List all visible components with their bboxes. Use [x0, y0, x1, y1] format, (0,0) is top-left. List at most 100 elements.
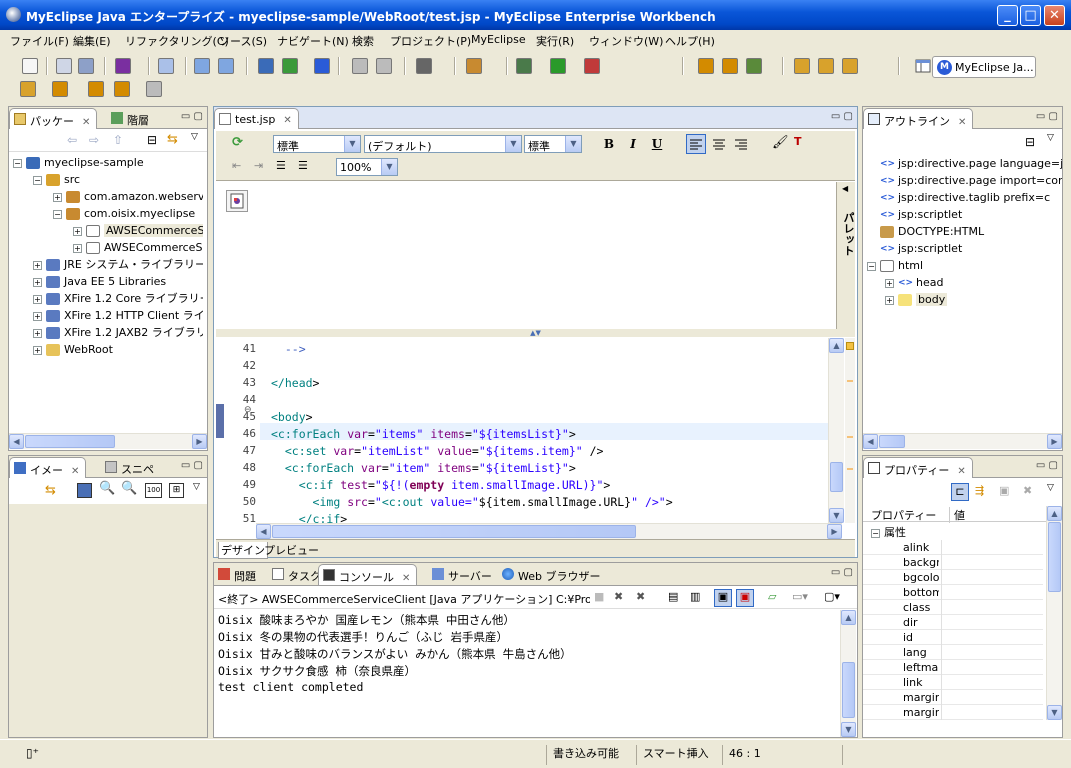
- open-type-hierarchy-icon[interactable]: [698, 58, 714, 74]
- code-line[interactable]: <img src="<c:out value="${item.smallImag…: [271, 495, 673, 509]
- broken-image-icon[interactable]: [226, 190, 248, 212]
- menu-item[interactable]: ソース(S): [219, 33, 267, 49]
- pencil-icon[interactable]: [818, 58, 834, 74]
- close-tab-icon[interactable]: ✕: [82, 117, 90, 128]
- menu-item[interactable]: 編集(E): [73, 33, 111, 49]
- browser-icon[interactable]: [314, 58, 330, 74]
- code-line[interactable]: <body>: [271, 410, 313, 424]
- tree-item[interactable]: − com.oisix.myeclipse: [53, 205, 195, 222]
- outline-item[interactable]: <> jsp:directive.page language=jav: [867, 155, 1062, 172]
- annotation-icon[interactable]: [20, 81, 36, 97]
- zoom-in-icon[interactable]: 🔍: [121, 481, 137, 496]
- zoom-out-icon[interactable]: 🔍: [99, 481, 115, 496]
- tree-item[interactable]: + XFire 1.2 HTTP Client ライ: [33, 307, 203, 324]
- fold-icon[interactable]: ⊖: [244, 405, 252, 415]
- property-row[interactable]: class: [863, 600, 1043, 615]
- collapse-icon[interactable]: −: [13, 158, 22, 168]
- italic-button[interactable]: I: [624, 135, 642, 153]
- debug-icon[interactable]: [516, 58, 532, 74]
- view-minmax[interactable]: ▭ ▢: [181, 460, 203, 471]
- view-minmax[interactable]: ▭ ▢: [181, 111, 203, 122]
- underline-button[interactable]: U: [648, 135, 666, 153]
- view-menu-icon[interactable]: ▽: [1047, 133, 1054, 143]
- code-line[interactable]: <c:forEach var="items" items="${itemsLis…: [271, 427, 576, 441]
- scroll-lock-icon[interactable]: ▥: [690, 590, 700, 603]
- new-icon[interactable]: [22, 58, 38, 74]
- maximize-button[interactable]: □: [1020, 5, 1041, 26]
- display-console-icon[interactable]: ▭▾: [792, 590, 808, 603]
- bullet-list-icon[interactable]: ☰: [298, 159, 308, 172]
- code-line[interactable]: <c:if test="${!(empty item.smallImage.UR…: [271, 478, 611, 492]
- minimize-button[interactable]: _: [997, 5, 1018, 26]
- expand-icon[interactable]: +: [33, 345, 42, 355]
- fast-view-icon[interactable]: ▯⁺: [26, 746, 39, 760]
- outline-hscroll[interactable]: ◀ ▶: [863, 433, 1062, 449]
- package-explorer-hscroll[interactable]: ◀ ▶: [9, 433, 207, 449]
- menu-item[interactable]: ヘルプ(H): [665, 33, 715, 49]
- outline-item[interactable]: <> jsp:scriptlet: [867, 240, 962, 257]
- view-minmax[interactable]: ▭ ▢: [831, 111, 853, 122]
- forward-icon[interactable]: [146, 81, 162, 97]
- source-vscroll[interactable]: ▲ ▼: [828, 338, 844, 523]
- delete-icon[interactable]: ✖: [1023, 484, 1032, 497]
- expand-icon[interactable]: +: [885, 278, 894, 288]
- close-tab-icon[interactable]: ✕: [283, 115, 291, 126]
- collapse-all-icon[interactable]: ⊟: [1025, 135, 1035, 149]
- expand-icon[interactable]: +: [73, 243, 82, 253]
- console-vscroll[interactable]: ▲ ▼: [840, 610, 856, 737]
- expand-icon[interactable]: +: [33, 260, 42, 270]
- tab-snippets[interactable]: スニペ: [101, 457, 160, 478]
- property-row[interactable]: link: [863, 675, 1043, 690]
- outline-item[interactable]: + body: [885, 291, 948, 308]
- view-minmax[interactable]: ▭ ▢: [831, 567, 853, 578]
- close-tab-icon[interactable]: ✕: [958, 117, 966, 128]
- collapse-icon[interactable]: −: [867, 261, 876, 271]
- expand-icon[interactable]: +: [53, 192, 62, 202]
- forward-icon[interactable]: ⇨: [89, 133, 99, 147]
- menu-item[interactable]: ファイル(F): [10, 33, 69, 49]
- tab-test-jsp[interactable]: test.jsp ✕: [214, 108, 299, 129]
- property-row[interactable]: margin: [863, 690, 1043, 705]
- align-center-button[interactable]: [710, 135, 728, 153]
- tree-item[interactable]: + JRE システム・ライブラリー [jr: [33, 256, 203, 273]
- properties-vscroll[interactable]: ▲ ▼: [1046, 506, 1062, 720]
- clear-console-icon[interactable]: ▤: [668, 590, 678, 603]
- up-icon[interactable]: ⇧: [113, 133, 123, 147]
- outline-item[interactable]: DOCTYPE:HTML: [867, 223, 984, 240]
- folder-icon[interactable]: [842, 58, 858, 74]
- tree-item[interactable]: + com.amazon.webservic: [53, 188, 203, 205]
- external-tools-icon[interactable]: [584, 58, 600, 74]
- outline-item[interactable]: + <> head: [885, 274, 943, 291]
- tab-servers[interactable]: サーバー: [428, 564, 498, 585]
- code-line[interactable]: <c:set var="itemList" value="${items.ite…: [271, 444, 604, 458]
- property-row[interactable]: id: [863, 630, 1043, 645]
- menu-item[interactable]: MyEclipse: [471, 33, 526, 46]
- code-line[interactable]: -->: [271, 342, 306, 356]
- property-row[interactable]: lang: [863, 645, 1043, 660]
- close-tab-icon[interactable]: ✕: [957, 466, 965, 477]
- deploy-icon[interactable]: [115, 58, 131, 74]
- pin-console-icon[interactable]: ▱: [768, 590, 776, 603]
- image-fit-icon[interactable]: [77, 483, 92, 498]
- new-package-icon[interactable]: [466, 58, 482, 74]
- tab-web-browser[interactable]: Web ブラウザー: [498, 564, 606, 585]
- show-on-output-icon[interactable]: ▣: [714, 589, 732, 607]
- text-color-icon[interactable]: T: [794, 135, 802, 148]
- close-tab-icon[interactable]: ✕: [71, 466, 79, 477]
- expand-icon[interactable]: +: [73, 226, 82, 236]
- source-hscroll[interactable]: ◀ ▶: [256, 523, 842, 539]
- tree-item[interactable]: + XFire 1.2 JAXB2 ライブラリ-: [33, 324, 203, 341]
- back-icon[interactable]: [114, 81, 130, 97]
- expand-icon[interactable]: +: [33, 311, 42, 321]
- outdent-icon[interactable]: ⇤: [232, 159, 241, 172]
- tab-preview[interactable]: プレビュー: [264, 542, 319, 558]
- new-interface-icon[interactable]: [746, 58, 762, 74]
- tree-item[interactable]: + XFire 1.2 Core ライブラリー: [33, 290, 203, 307]
- menu-item[interactable]: 実行(R): [536, 33, 574, 49]
- menu-item[interactable]: プロジェクト(P): [390, 33, 471, 49]
- background-color-icon[interactable]: 🖌: [772, 135, 789, 150]
- outline-item[interactable]: <> jsp:directive.page import=com.c: [867, 172, 1062, 189]
- property-row[interactable]: bgcolor: [863, 570, 1043, 585]
- open-console-icon[interactable]: ▢▾: [824, 590, 840, 603]
- align-left-button[interactable]: [686, 134, 706, 154]
